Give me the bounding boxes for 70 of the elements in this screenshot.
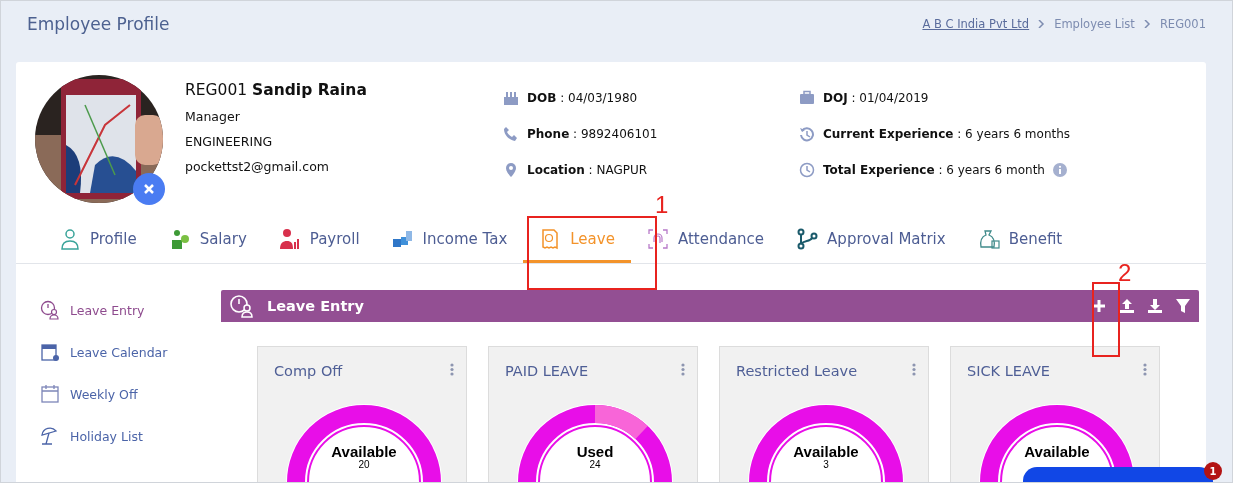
person-icon	[59, 228, 81, 250]
chevron-icon	[1143, 20, 1151, 28]
email: pockettst2@gmail.com	[185, 159, 330, 174]
page-title: Employee Profile	[27, 14, 170, 34]
fingerprint-icon	[646, 228, 669, 250]
remove-photo-button[interactable]	[133, 173, 165, 205]
more-icon[interactable]	[450, 363, 454, 376]
history-icon	[799, 125, 815, 142]
calendar-gear-icon	[40, 342, 60, 362]
sidebar-item[interactable]: Leave Calendar	[40, 342, 221, 362]
detail-text: Location : NAGPUR	[527, 162, 648, 177]
designation: Manager	[185, 109, 241, 124]
tab[interactable]: Salary	[152, 218, 263, 263]
leave-type: Restricted Leave	[736, 363, 858, 379]
sidebar-item[interactable]: Leave Entry	[40, 300, 221, 320]
donut-value: 24	[589, 460, 601, 470]
notification-badge: 1	[1204, 462, 1222, 480]
donut-label: Available	[331, 443, 397, 460]
tab[interactable]: Benefit	[961, 218, 1079, 263]
sidebar-item[interactable]: Weekly Off	[40, 384, 221, 404]
breadcrumb-link[interactable]: A B C India Pvt Ltd	[922, 17, 1030, 31]
location-pin-icon	[503, 161, 519, 178]
detail-text: Current Experience : 6 years 6 months	[823, 126, 1071, 141]
donut-label: Available	[793, 443, 859, 460]
clock-icon	[799, 161, 815, 178]
clock-person-icon	[40, 300, 60, 320]
donut-label: Used	[576, 443, 614, 460]
branch-icon	[796, 228, 819, 250]
info-icon[interactable]	[1052, 162, 1067, 177]
annotation-number: 1	[655, 191, 669, 219]
download-icon[interactable]	[1147, 298, 1163, 314]
money-bag-icon	[977, 228, 1000, 250]
tab[interactable]: Approval Matrix	[780, 218, 962, 263]
employee-name: REG001 Sandip Raina	[185, 81, 368, 99]
add-icon[interactable]	[1091, 298, 1107, 314]
leave-type: PAID LEAVE	[505, 363, 589, 379]
person-chart-icon	[278, 228, 301, 250]
tab[interactable]: Income Tax	[375, 218, 524, 263]
sidebar-item[interactable]: Holiday List	[40, 426, 221, 446]
close-icon	[143, 183, 155, 195]
panel-title: Leave Entry	[267, 298, 365, 314]
leave-type: SICK LEAVE	[967, 363, 1051, 379]
hand-document-icon	[391, 228, 414, 250]
department: ENGINEERING	[185, 134, 274, 149]
cake-icon	[503, 89, 519, 106]
more-icon[interactable]	[912, 363, 916, 376]
more-icon[interactable]	[1143, 363, 1147, 376]
detail-text: DOJ : 01/04/2019	[823, 90, 929, 105]
breadcrumb-item: Employee List	[1054, 17, 1135, 31]
donut-label: Available	[1024, 443, 1090, 460]
tab[interactable]: Profile	[43, 218, 153, 263]
detail-text: Phone : 9892406101	[527, 126, 658, 141]
donut-value: 20	[358, 460, 370, 470]
tab[interactable]: Attendance	[630, 218, 781, 263]
annotation-number: 2	[1118, 259, 1132, 287]
upload-icon[interactable]	[1119, 298, 1135, 314]
leave-type: Comp Off	[274, 363, 343, 379]
umbrella-icon	[40, 426, 60, 446]
calendar-icon	[40, 384, 60, 404]
chevron-icon	[1038, 20, 1046, 28]
donut-value: 3	[823, 460, 829, 470]
more-icon[interactable]	[681, 363, 685, 376]
filter-icon[interactable]	[1175, 298, 1191, 314]
tab[interactable]: Payroll	[262, 218, 376, 263]
phone-icon	[503, 125, 519, 142]
briefcase-icon	[799, 89, 815, 106]
detail-text: Total Experience : 6 years 6 month	[823, 162, 1045, 177]
detail-text: DOB : 04/03/1980	[527, 90, 638, 105]
clock-person-icon	[229, 294, 255, 318]
breadcrumb-item: REG001	[1159, 17, 1206, 31]
